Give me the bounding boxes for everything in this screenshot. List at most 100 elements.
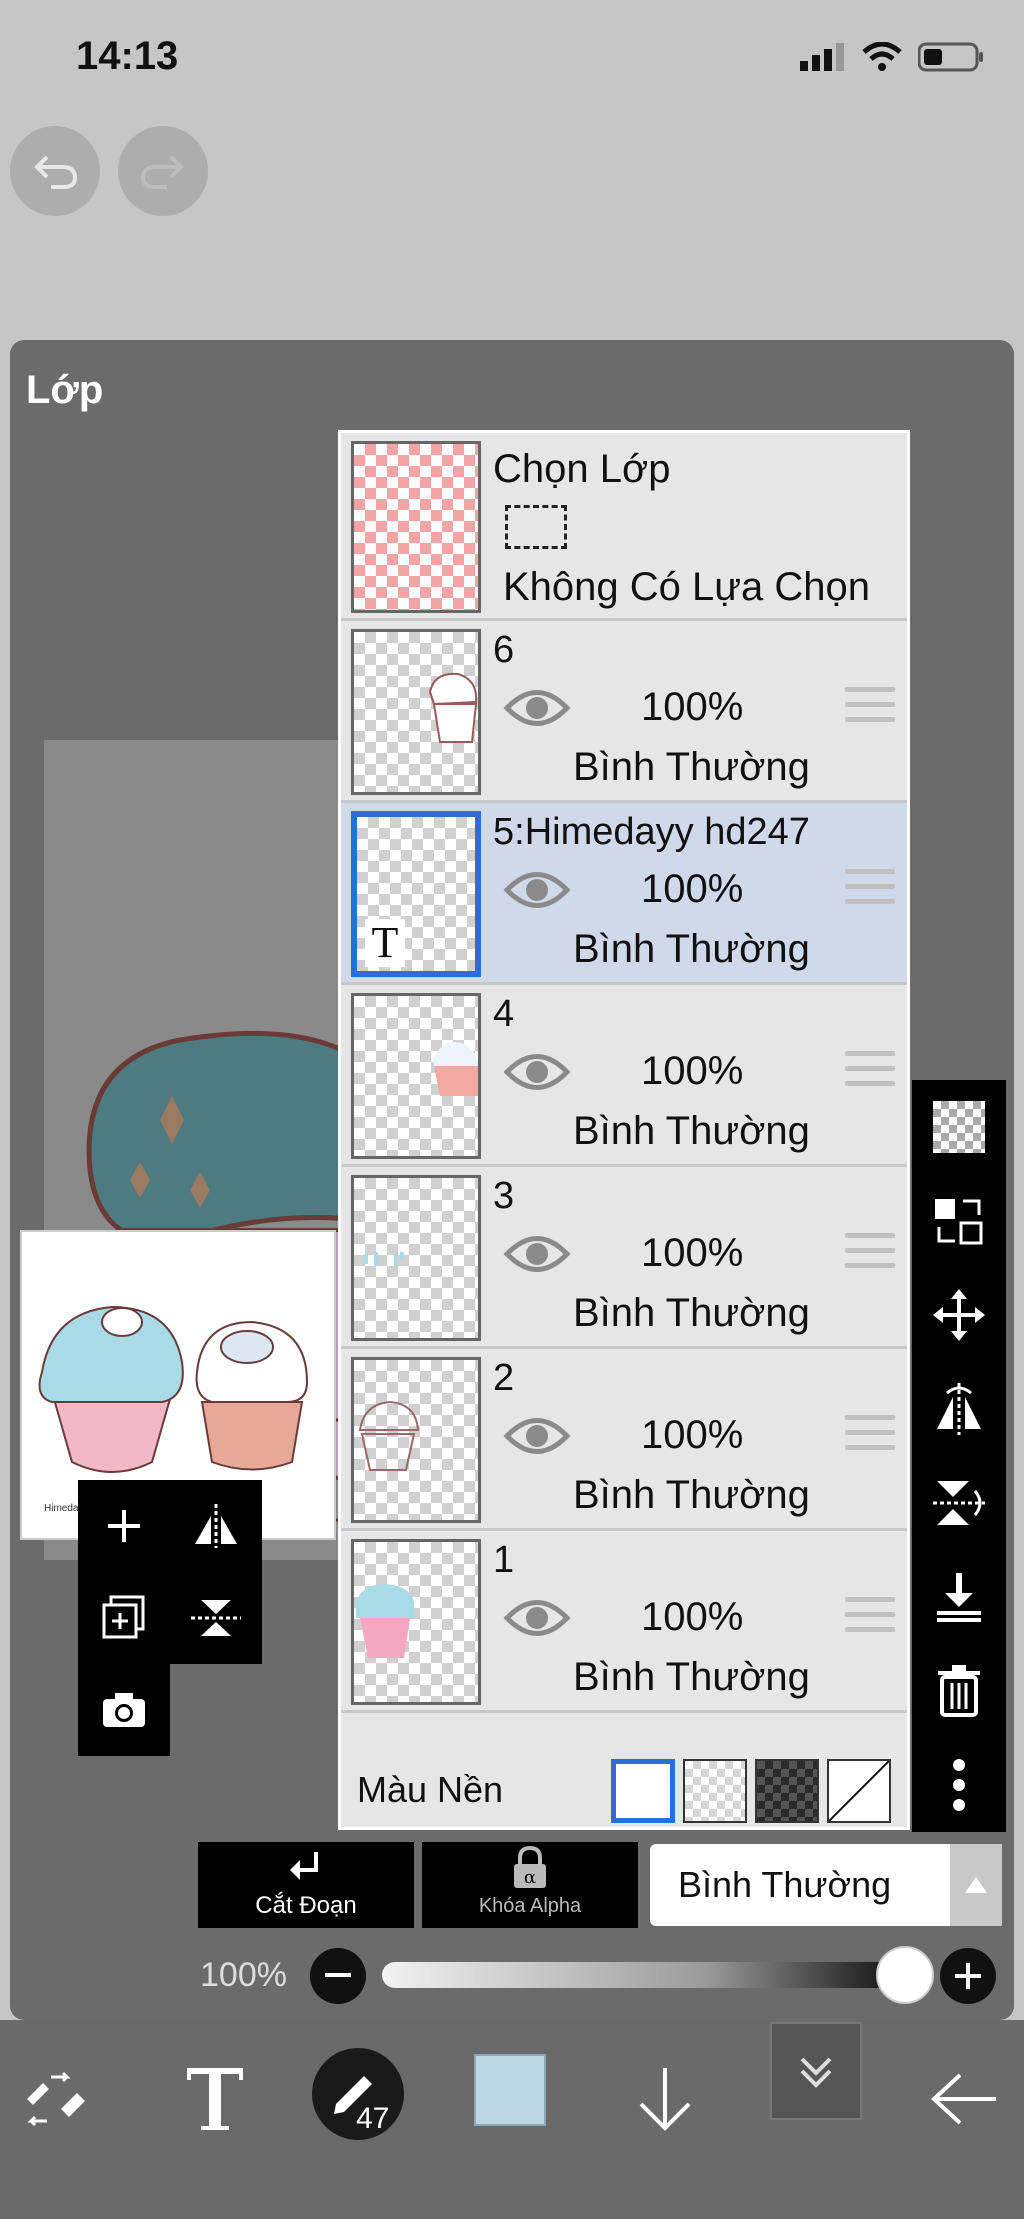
visibility-toggle[interactable] <box>503 1413 571 1464</box>
layers-toggle-button[interactable] <box>770 2022 862 2120</box>
visibility-toggle[interactable] <box>503 1595 571 1646</box>
clock: 14:13 <box>76 34 179 78</box>
visibility-toggle[interactable] <box>503 685 571 736</box>
layer-blend-mode: Bình Thường <box>573 1655 810 1699</box>
camera-button[interactable] <box>78 1664 170 1756</box>
layer-art-icon <box>358 1400 420 1471</box>
back-button[interactable] <box>920 2040 1010 2158</box>
merge-down-icon <box>937 1573 981 1622</box>
drag-handle-icon[interactable] <box>845 687 895 732</box>
visibility-toggle[interactable] <box>503 867 571 918</box>
svg-text:α: α <box>524 1867 536 1888</box>
flip-horizontal-button[interactable] <box>912 1362 1006 1456</box>
alpha-lock-label: Khóa Alpha <box>478 1895 582 1917</box>
background-color-label: Màu Nền <box>357 1769 504 1810</box>
selection-thumbnail <box>351 441 481 613</box>
undo-button[interactable] <box>10 126 100 216</box>
layer-thumbnail <box>351 1357 481 1523</box>
add-layer-copy-button[interactable] <box>78 1572 170 1664</box>
flip-vertical-button[interactable] <box>170 1572 262 1664</box>
eye-icon <box>503 1054 571 1090</box>
add-layer-button[interactable] <box>78 1480 170 1572</box>
flip-vertical-button[interactable] <box>912 1456 1006 1550</box>
layer-name: 4 <box>493 993 515 1035</box>
right-toolbar <box>912 1080 1006 1832</box>
undo-icon <box>34 155 78 189</box>
eye-icon <box>503 690 571 726</box>
move-icon <box>933 1289 985 1341</box>
opacity-increase-button[interactable] <box>940 1948 996 2004</box>
camera-icon <box>103 1693 145 1727</box>
move-down-button[interactable] <box>620 2040 710 2158</box>
bg-none-swatch[interactable] <box>827 1759 891 1823</box>
layer-row[interactable]: 2 100% Bình Thường <box>341 1349 907 1531</box>
opacity-slider-track[interactable] <box>382 1962 922 1988</box>
layer-add-icon <box>102 1595 145 1639</box>
plus-icon <box>955 1963 981 1989</box>
layer-art-icon <box>356 1584 414 1658</box>
blend-mode-arrow[interactable] <box>950 1844 1002 1926</box>
redo-button[interactable] <box>118 126 208 216</box>
flip-layer-button[interactable] <box>170 1480 262 1572</box>
eye-icon <box>503 872 571 908</box>
status-icons <box>800 42 984 72</box>
bg-white-swatch[interactable] <box>611 1759 675 1823</box>
layer-blend-mode: Bình Thường <box>573 927 810 971</box>
layer-row[interactable]: 1 100% Bình Thường <box>341 1531 907 1713</box>
tool-switch-button[interactable] <box>16 2040 96 2158</box>
checker-fill-button[interactable] <box>912 1080 1006 1174</box>
selection-title: Chọn Lớp <box>493 447 671 491</box>
transfer-icon <box>935 1199 983 1245</box>
visibility-toggle[interactable] <box>503 1049 571 1100</box>
visibility-toggle[interactable] <box>503 1231 571 1282</box>
layer-opacity: 100% <box>641 1049 744 1093</box>
layer-row-selected[interactable]: T 5:Himedayy hd247 100% Bình Thường <box>341 803 907 985</box>
move-button[interactable] <box>912 1268 1006 1362</box>
drag-handle-icon[interactable] <box>845 1233 895 1278</box>
layer-blend-mode: Bình Thường <box>573 745 810 789</box>
layer-name: 1 <box>493 1539 515 1581</box>
selection-status: Không Có Lựa Chọn <box>503 565 871 609</box>
layer-blend-mode: Bình Thường <box>573 1291 810 1335</box>
arrow-left-icon <box>931 2073 996 2125</box>
drag-handle-icon[interactable] <box>845 1051 895 1096</box>
opacity-slider-thumb[interactable] <box>876 1946 934 2004</box>
bg-checker-light-swatch[interactable] <box>683 1759 747 1823</box>
delete-layer-button[interactable] <box>912 1644 1006 1738</box>
color-swatch[interactable] <box>474 2054 546 2126</box>
layer-opacity: 100% <box>641 685 744 729</box>
opacity-decrease-button[interactable] <box>310 1948 366 2004</box>
battery-icon <box>918 42 983 72</box>
bg-checker-dark-swatch[interactable] <box>755 1759 819 1823</box>
more-options-button[interactable] <box>912 1738 1006 1832</box>
layer-row[interactable]: 3 100% Bình Thường <box>341 1167 907 1349</box>
transfer-button[interactable] <box>912 1174 1006 1268</box>
layer-name: 2 <box>493 1357 515 1399</box>
tool-switch-icon <box>27 2071 85 2127</box>
selection-layer-row[interactable]: Chọn Lớp Không Có Lựa Chọn <box>341 433 907 621</box>
blend-mode-select[interactable]: Bình Thường <box>650 1844 1002 1926</box>
layer-row[interactable]: 6 100% Bình Thường <box>341 621 907 803</box>
layer-art-icon <box>434 1041 478 1096</box>
merge-down-button[interactable] <box>912 1550 1006 1644</box>
layer-row[interactable]: 4 100% Bình Thường <box>341 985 907 1167</box>
drag-handle-icon[interactable] <box>845 1415 895 1460</box>
layer-opacity: 100% <box>641 1413 744 1457</box>
layer-art-icon <box>428 672 478 743</box>
cupcake-illustration <box>38 1305 309 1473</box>
lock-icon: α <box>514 1845 546 1888</box>
arrow-down-icon <box>639 2068 691 2131</box>
text-tool-button[interactable] <box>170 2040 260 2158</box>
triangle-up-icon <box>965 1877 987 1893</box>
eye-icon <box>503 1600 571 1636</box>
layer-name: 5:Himedayy hd247 <box>493 811 810 853</box>
clipping-button[interactable]: Cắt Đoạn <box>198 1842 414 1928</box>
redo-icon <box>140 155 184 189</box>
layer-thumbnail <box>351 1539 481 1705</box>
no-background-icon <box>828 1760 890 1822</box>
drag-handle-icon[interactable] <box>845 1597 895 1642</box>
alpha-lock-button[interactable]: α Khóa Alpha <box>422 1842 638 1928</box>
layer-opacity: 100% <box>641 1231 744 1275</box>
drag-handle-icon[interactable] <box>845 869 895 914</box>
eye-icon <box>503 1236 571 1272</box>
